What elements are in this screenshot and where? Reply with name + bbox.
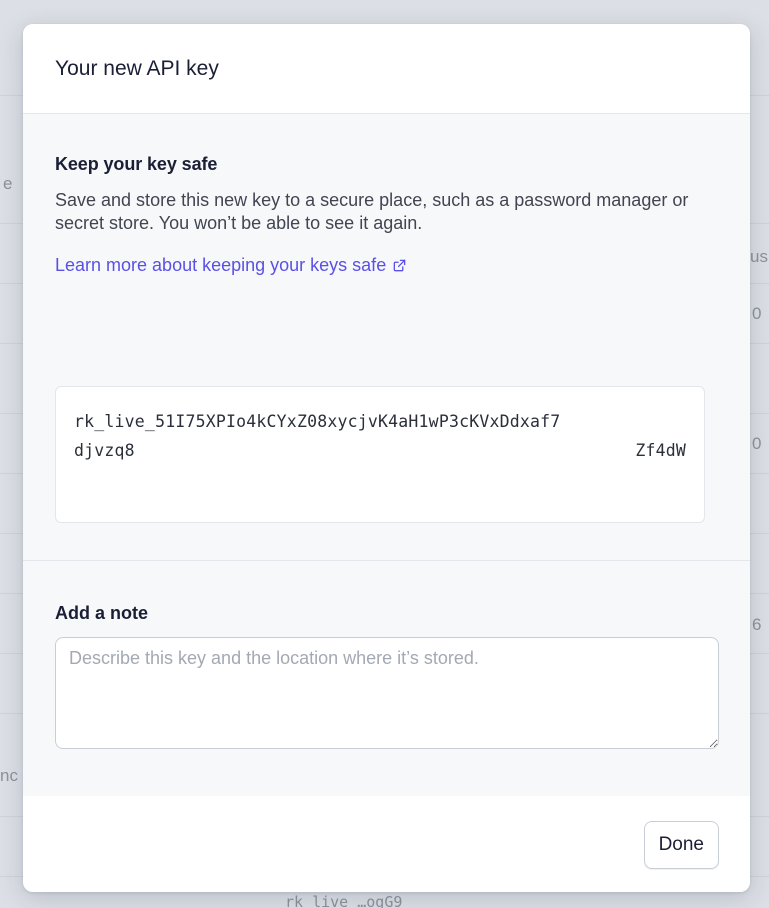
api-key-line-2-end: Zf4dW (635, 441, 686, 460)
bg-text-fragment: 6 (752, 615, 762, 634)
bg-text-fragment: 0 (752, 434, 762, 453)
external-link-icon (392, 258, 407, 273)
safety-description: Save and store this new key to a secure … (55, 190, 689, 233)
api-key-line-2-start: djvzq8 (74, 441, 135, 460)
learn-more-label: Learn more about keeping your keys safe (55, 255, 387, 275)
api-key-display[interactable]: rk_live_51I75XPIo4kCYxZ08xycjvK4aH1wP3cK… (55, 386, 705, 523)
done-button[interactable]: Done (643, 821, 719, 869)
note-section: Add a note (23, 561, 750, 797)
api-key-line-1: rk_live_51I75XPIo4kCYxZ08xycjvK4aH1wP3cK… (74, 412, 561, 431)
dialog-footer: Done (23, 796, 750, 892)
learn-more-link[interactable]: Learn more about keeping your keys safe (55, 255, 407, 276)
key-safety-section: Keep your key safe Save and store this n… (23, 114, 750, 561)
bg-text-fragment: us (750, 247, 768, 266)
api-key-dialog: Your new API key Keep your key safe Save… (23, 24, 750, 892)
section-heading: Keep your key safe (55, 154, 218, 174)
api-key-line-2: djvzq8 Zf4dW (74, 436, 686, 465)
note-label: Add a note (55, 603, 148, 623)
bg-text-fragment: nc (0, 766, 18, 785)
dialog-header: Your new API key (23, 24, 750, 114)
dialog-title: Your new API key (55, 57, 219, 80)
bg-text-fragment: e (3, 174, 13, 193)
bg-text-fragment: 0 (752, 304, 762, 323)
note-textarea[interactable] (55, 637, 719, 749)
bg-key-fragment: rk_live_…ogG9 (285, 893, 403, 908)
